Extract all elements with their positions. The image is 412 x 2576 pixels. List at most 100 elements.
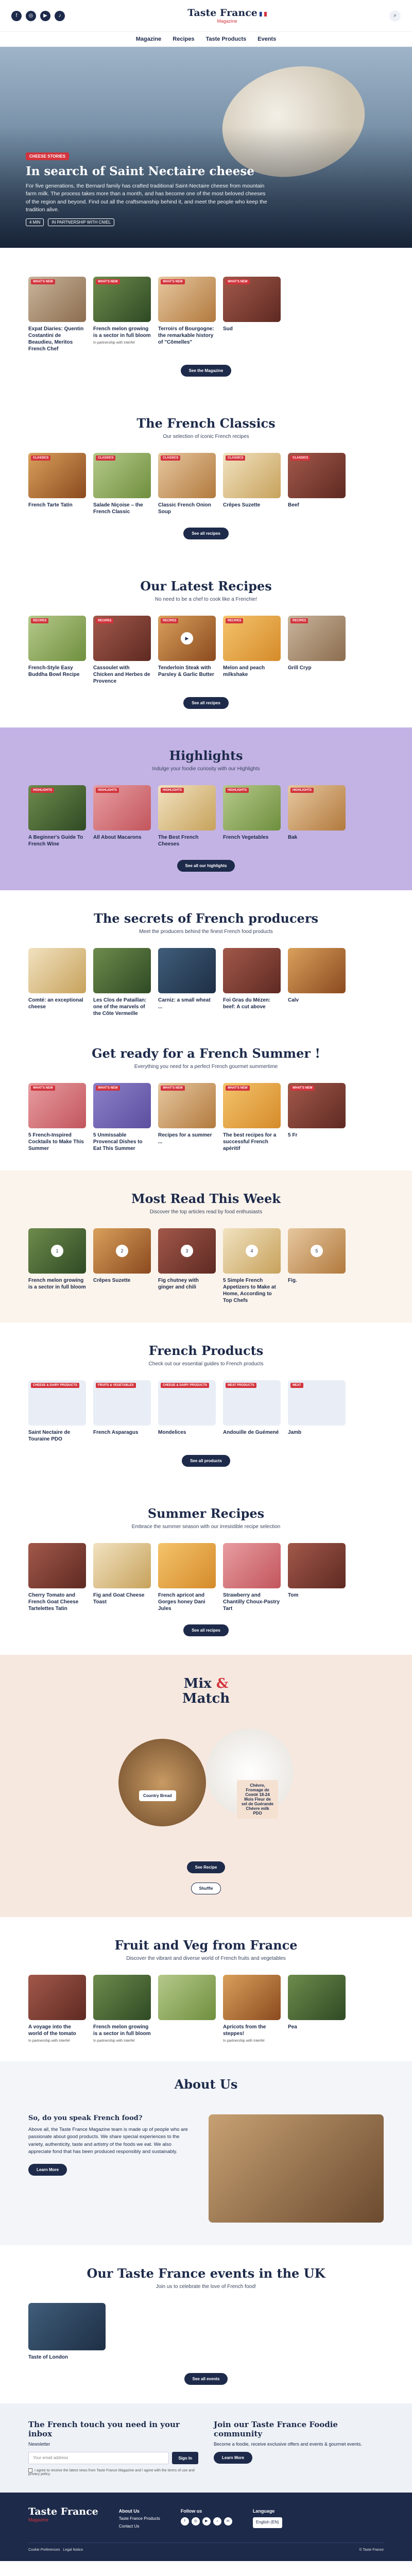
article-card[interactable]: A voyage into the world of the tomato In … bbox=[28, 1975, 86, 2043]
article-thumbnail[interactable]: RECIPES bbox=[93, 616, 151, 661]
article-title[interactable]: Fig and Goat Cheese Toast bbox=[93, 1592, 151, 1605]
article-title[interactable]: Beef bbox=[288, 502, 346, 509]
article-title[interactable]: Cassoulet with Chicken and Herbes de Pro… bbox=[93, 665, 151, 685]
article-card[interactable]: WHAT'S NEW 5 Fr bbox=[288, 1083, 346, 1152]
article-title[interactable]: Carniz: a small wheat ... bbox=[158, 997, 216, 1010]
article-title[interactable]: Saint Nectaire de Touraine PDO bbox=[28, 1429, 86, 1443]
article-card[interactable]: CLASSICS Classic French Onion Soup bbox=[158, 453, 216, 515]
article-thumbnail[interactable]: 5 bbox=[288, 1228, 346, 1274]
article-card[interactable]: Carniz: a small wheat ... bbox=[158, 948, 216, 1017]
article-card[interactable]: Cherry Tomato and French Goat Cheese Tar… bbox=[28, 1543, 86, 1612]
article-card[interactable]: Les Clos de Pataillan: one of the marvel… bbox=[93, 948, 151, 1017]
article-card[interactable]: HIGHLIGHTS The Best French Cheeses bbox=[158, 785, 216, 848]
nav-products[interactable]: Taste Products bbox=[205, 36, 246, 42]
see-all-recipes-button[interactable]: See all recipes bbox=[183, 697, 229, 709]
hero[interactable]: CHEESE STORIES In search of Saint Nectai… bbox=[0, 47, 412, 248]
article-thumbnail[interactable]: 4 bbox=[223, 1228, 281, 1274]
article-thumbnail[interactable] bbox=[93, 948, 151, 993]
article-title[interactable]: Comté: an exceptional cheese bbox=[28, 997, 86, 1010]
article-title[interactable]: Crêpes Suzette bbox=[93, 1277, 151, 1284]
article-title[interactable]: French Vegetables bbox=[223, 834, 281, 841]
article-thumbnail[interactable] bbox=[223, 1543, 281, 1588]
article-thumbnail[interactable] bbox=[28, 1975, 86, 2021]
article-title[interactable]: French Asparagus bbox=[93, 1429, 151, 1436]
nav-recipes[interactable]: Recipes bbox=[173, 36, 194, 42]
article-card[interactable]: Foi Gras du Mézen: beef: A cut above bbox=[223, 948, 281, 1017]
article-title[interactable]: Calv bbox=[288, 997, 346, 1004]
instagram-icon[interactable]: ◎ bbox=[191, 2517, 200, 2526]
article-thumbnail[interactable]: HIGHLIGHTS bbox=[223, 785, 281, 831]
article-card[interactable]: HIGHLIGHTS Bak bbox=[288, 785, 346, 848]
article-thumbnail[interactable]: 1 bbox=[28, 1228, 86, 1274]
article-thumbnail[interactable] bbox=[158, 1975, 216, 2021]
see-recipe-button[interactable]: See Recipe bbox=[186, 1861, 226, 1874]
article-card[interactable]: Comté: an exceptional cheese bbox=[28, 948, 86, 1017]
article-title[interactable]: 5 Fr bbox=[288, 1132, 346, 1139]
nav-events[interactable]: Events bbox=[258, 36, 276, 42]
article-thumbnail[interactable]: FRUITS & VEGETABLES bbox=[93, 1380, 151, 1426]
article-card[interactable]: CLASSICS Crêpes Suzette bbox=[223, 453, 281, 515]
consent-text[interactable]: I agree to receive the latest news from … bbox=[28, 2468, 198, 2476]
search-icon[interactable]: ⌕ bbox=[389, 10, 401, 22]
article-card[interactable]: Fig and Goat Cheese Toast bbox=[93, 1543, 151, 1612]
article-thumbnail[interactable] bbox=[158, 1543, 216, 1588]
article-card[interactable]: WHAT'S NEW French melon growing is a sect… bbox=[93, 277, 151, 352]
article-title[interactable]: Melon and peach milkshake bbox=[223, 665, 281, 678]
consent-checkbox[interactable] bbox=[28, 2468, 32, 2473]
article-thumbnail[interactable]: CHEESE & DAIRY PRODUCTS bbox=[158, 1380, 216, 1426]
facebook-icon[interactable]: f bbox=[180, 2517, 189, 2526]
article-thumbnail[interactable] bbox=[158, 948, 216, 993]
article-title[interactable]: A Beginner's Guide To French Wine bbox=[28, 834, 86, 848]
article-thumbnail[interactable]: CLASSICS bbox=[158, 453, 216, 498]
article-title[interactable]: French melon growing is a sector in full… bbox=[28, 1277, 86, 1291]
article-title[interactable]: Terroirs of Bourgogne: the remarkable hi… bbox=[158, 326, 216, 346]
article-thumbnail[interactable]: HIGHLIGHTS bbox=[93, 785, 151, 831]
article-thumbnail[interactable] bbox=[93, 1975, 151, 2021]
article-thumbnail[interactable] bbox=[28, 2303, 106, 2351]
tiktok-icon[interactable]: ♪ bbox=[213, 2517, 221, 2526]
see-all-recipes-button[interactable]: See all recipes bbox=[183, 1624, 229, 1636]
article-thumbnail[interactable]: CLASSICS bbox=[28, 453, 86, 498]
article-card[interactable]: MEAT Jamb bbox=[288, 1380, 346, 1443]
hero-title[interactable]: In search of Saint Nectaire cheese bbox=[26, 164, 268, 178]
article-title[interactable]: Strawberry and Chantilly Choux-Pastry Ta… bbox=[223, 1592, 281, 1612]
article-card[interactable]: CLASSICS Beef bbox=[288, 453, 346, 515]
article-card[interactable]: RECIPES French-Style Easy Buddha Bowl Rec… bbox=[28, 616, 86, 685]
article-card[interactable]: WHAT'S NEW Sud bbox=[223, 277, 281, 352]
linkedin-icon[interactable]: in bbox=[224, 2517, 232, 2526]
article-thumbnail[interactable]: WHAT'S NEW bbox=[28, 277, 86, 322]
footer-link[interactable]: Contact Us bbox=[119, 2524, 140, 2529]
article-card[interactable]: CLASSICS Salade Niçoise – the French Clas… bbox=[93, 453, 151, 515]
article-thumbnail[interactable] bbox=[288, 1543, 346, 1588]
article-title[interactable]: French-Style Easy Buddha Bowl Recipe bbox=[28, 665, 86, 678]
article-card[interactable]: HIGHLIGHTS A Beginner's Guide To French W… bbox=[28, 785, 86, 848]
article-card[interactable]: 4 5 Simple French Appetizers to Make at H… bbox=[223, 1228, 281, 1304]
article-title[interactable]: Apricots from the steppes! bbox=[223, 2024, 281, 2037]
article-card[interactable]: 1 French melon growing is a sector in ful… bbox=[28, 1228, 86, 1304]
article-thumbnail[interactable]: WHAT'S NEW bbox=[28, 1083, 86, 1128]
footer-brand[interactable]: Taste France bbox=[28, 2506, 98, 2517]
article-title[interactable]: Les Clos de Pataillan: one of the marvel… bbox=[93, 997, 151, 1017]
article-card[interactable] bbox=[158, 1975, 216, 2043]
article-title[interactable]: Grill Cryp bbox=[288, 665, 346, 671]
article-thumbnail[interactable] bbox=[288, 1975, 346, 2021]
article-title[interactable]: The Best French Cheeses bbox=[158, 834, 216, 848]
instagram-icon[interactable]: ◎ bbox=[26, 10, 36, 21]
article-title[interactable]: Classic French Onion Soup bbox=[158, 502, 216, 515]
footer-about[interactable]: About Us bbox=[119, 2507, 160, 2515]
see-all-events-button[interactable]: See all events bbox=[184, 2373, 228, 2385]
article-title[interactable]: 5 Unmissable Provencal Dishes to Eat Thi… bbox=[93, 1132, 151, 1152]
article-thumbnail[interactable]: WHAT'S NEW bbox=[158, 1083, 216, 1128]
article-card[interactable]: RECIPES Cassoulet with Chicken and Herbes… bbox=[93, 616, 151, 685]
article-thumbnail[interactable]: RECIPES bbox=[223, 616, 281, 661]
article-title[interactable]: Taste of London bbox=[28, 2354, 106, 2361]
article-thumbnail[interactable] bbox=[223, 1975, 281, 2021]
article-thumbnail[interactable] bbox=[28, 1543, 86, 1588]
article-thumbnail[interactable]: RECIPES bbox=[28, 616, 86, 661]
article-card[interactable]: MEAT PRODUCTS Andouille de Guémené bbox=[223, 1380, 281, 1443]
article-title[interactable]: Tom bbox=[288, 1592, 346, 1599]
article-thumbnail[interactable] bbox=[28, 948, 86, 993]
article-card[interactable]: 5 Fig. bbox=[288, 1228, 346, 1304]
article-thumbnail[interactable]: HIGHLIGHTS bbox=[28, 785, 86, 831]
article-thumbnail[interactable]: 2 bbox=[93, 1228, 151, 1274]
